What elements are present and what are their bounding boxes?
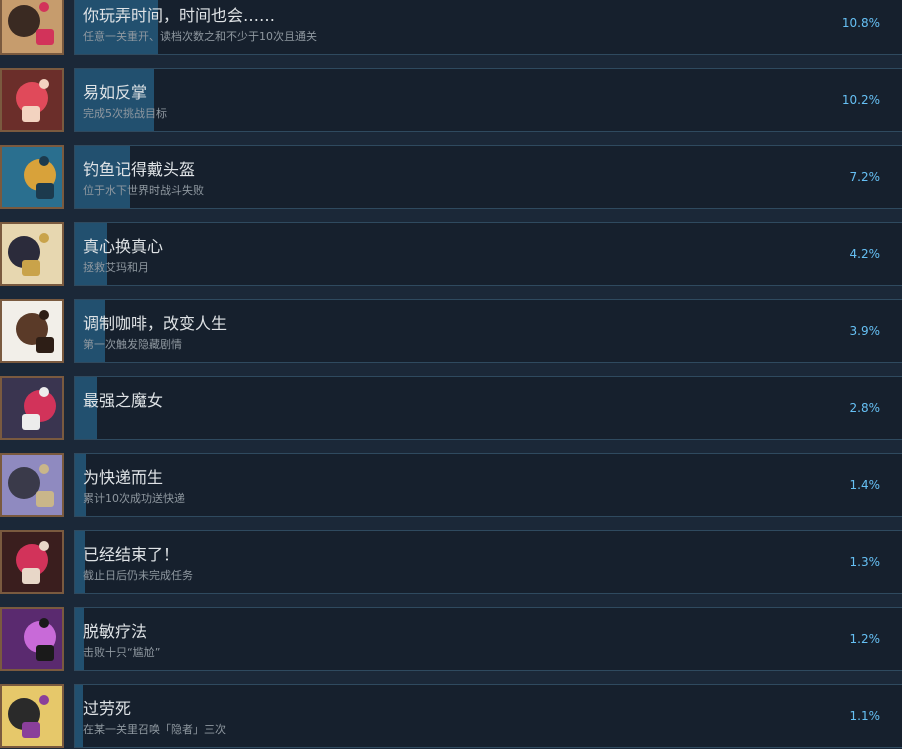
coffee-cup-icon	[0, 299, 64, 363]
unlock-percentage: 10.2%	[841, 93, 880, 107]
achievement-description: 拯救艾玛和月	[83, 261, 149, 274]
achievement-list: 你玩弄时间，时间也会…… 任意一关重开、读档次数之和不少于10次且通关 10.8…	[0, 0, 902, 749]
achievement-description: 完成5次挑战目标	[83, 107, 167, 120]
unlock-percentage: 3.9%	[849, 324, 881, 338]
unlock-percentage: 10.8%	[841, 16, 880, 30]
achievement-description: 位于水下世界时战斗失败	[83, 184, 204, 197]
progress-bar-fill	[75, 685, 83, 747]
achievement-panel: 最强之魔女 2.8%	[74, 376, 902, 440]
unlock-percentage: 1.1%	[849, 709, 881, 723]
hermit-icon	[0, 684, 64, 748]
achievement-row[interactable]: 已经结束了！ 截止日后仍未完成任务 1.3%	[0, 530, 902, 594]
unlock-percentage: 1.4%	[849, 478, 881, 492]
achievement-title: 钓鱼记得戴头盔	[83, 160, 196, 179]
achievement-row[interactable]: 调制咖啡，改变人生 第一次触发隐藏剧情 3.9%	[0, 299, 902, 363]
achievement-description: 在某一关里召唤「隐者」三次	[83, 723, 226, 736]
achievement-panel: 为快递而生 累计10次成功送快递 1.4%	[74, 453, 902, 517]
achievement-panel: 已经结束了！ 截止日后仍未完成任务 1.3%	[74, 530, 902, 594]
achievement-title: 你玩弄时间，时间也会……	[83, 6, 276, 25]
achievement-row[interactable]: 为快递而生 累计10次成功送快递 1.4%	[0, 453, 902, 517]
achievement-row[interactable]: 真心换真心 拯救艾玛和月 4.2%	[0, 222, 902, 286]
achievement-title: 为快递而生	[83, 468, 164, 487]
two-girls-icon	[0, 222, 64, 286]
unlock-percentage: 4.2%	[849, 247, 881, 261]
achievement-row[interactable]: 过劳死 在某一关里召唤「隐者」三次 1.1%	[0, 684, 902, 748]
achievement-row[interactable]: 易如反掌 完成5次挑战目标 10.2%	[0, 68, 902, 132]
achievement-title: 易如反掌	[83, 83, 148, 102]
unlock-percentage: 7.2%	[849, 170, 881, 184]
unlock-percentage: 1.3%	[849, 555, 881, 569]
achievement-row[interactable]: 脱敏疗法 击败十只“尴尬” 1.2%	[0, 607, 902, 671]
girl-in-room-icon	[0, 530, 64, 594]
achievement-description: 击败十只“尴尬”	[83, 646, 161, 659]
achievement-title: 已经结束了！	[83, 545, 180, 564]
achievement-panel: 过劳死 在某一关里召唤「隐者」三次 1.1%	[74, 684, 902, 748]
achievement-row[interactable]: 钓鱼记得戴头盔 位于水下世界时战斗失败 7.2%	[0, 145, 902, 209]
achievement-panel: 易如反掌 完成5次挑战目标 10.2%	[74, 68, 902, 132]
achievement-panel: 脱敏疗法 击败十只“尴尬” 1.2%	[74, 607, 902, 671]
achievement-description: 第一次触发隐藏剧情	[83, 338, 182, 351]
achievement-row[interactable]: 你玩弄时间，时间也会…… 任意一关重开、读档次数之和不少于10次且通关 10.8…	[0, 0, 902, 55]
unlock-percentage: 2.8%	[849, 401, 881, 415]
achievement-title: 真心换真心	[83, 237, 164, 256]
achievement-panel: 调制咖啡，改变人生 第一次触发隐藏剧情 3.9%	[74, 299, 902, 363]
monster-swarm-icon	[0, 607, 64, 671]
package-stack-icon	[0, 453, 64, 517]
achievement-title: 最强之魔女	[83, 391, 164, 410]
red-hair-girl-icon	[0, 68, 64, 132]
achievement-title: 脱敏疗法	[83, 622, 148, 641]
achievement-panel: 真心换真心 拯救艾玛和月 4.2%	[74, 222, 902, 286]
achievement-title: 过劳死	[83, 699, 132, 718]
achievement-row[interactable]: 最强之魔女 2.8%	[0, 376, 902, 440]
clock-girl-icon	[0, 0, 64, 55]
unlock-percentage: 1.2%	[849, 632, 881, 646]
achievement-title: 调制咖啡，改变人生	[83, 314, 228, 333]
diver-helmet-icon	[0, 145, 64, 209]
achievement-description: 截止日后仍未完成任务	[83, 569, 193, 582]
achievement-panel: 钓鱼记得戴头盔 位于水下世界时战斗失败 7.2%	[74, 145, 902, 209]
achievement-panel: 你玩弄时间，时间也会…… 任意一关重开、读档次数之和不少于10次且通关 10.8…	[74, 0, 902, 55]
witch-icon	[0, 376, 64, 440]
achievement-description: 累计10次成功送快递	[83, 492, 185, 505]
achievement-description: 任意一关重开、读档次数之和不少于10次且通关	[83, 30, 317, 43]
